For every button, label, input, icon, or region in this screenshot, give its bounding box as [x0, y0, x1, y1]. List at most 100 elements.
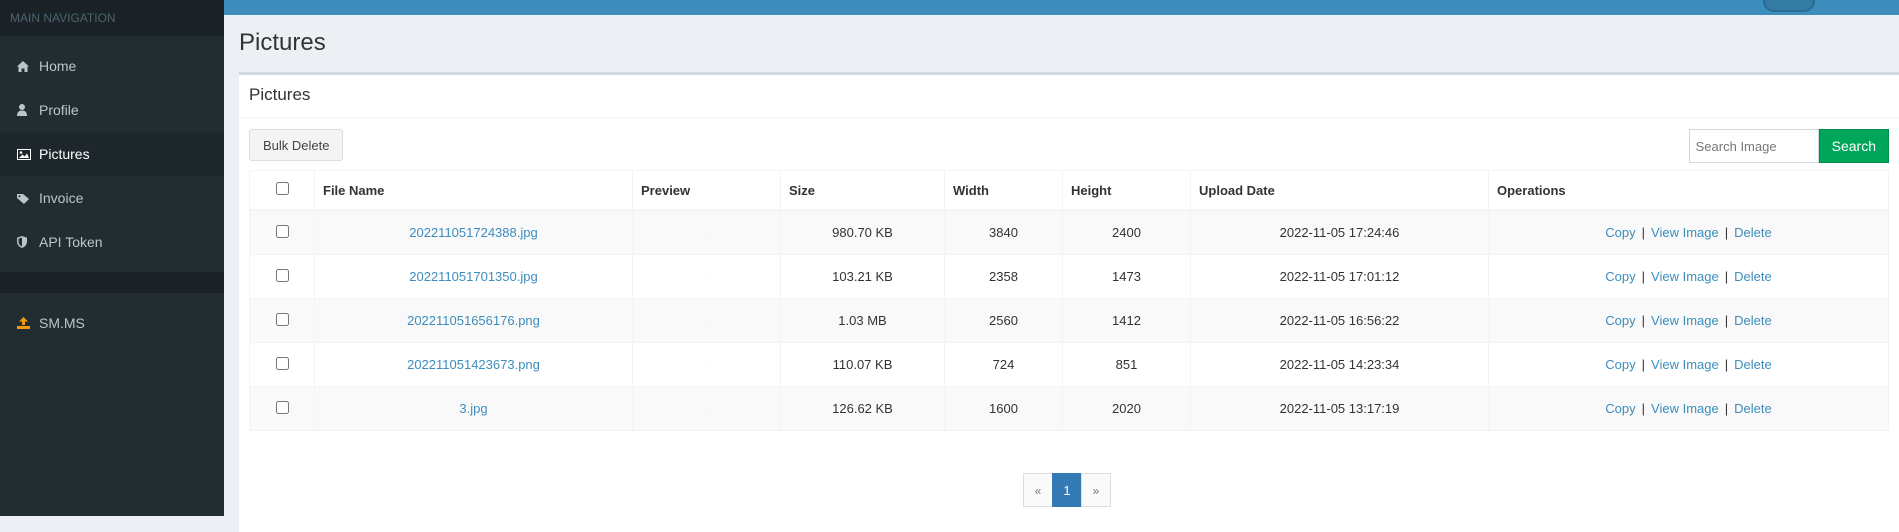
row-checkbox[interactable]: [275, 400, 289, 414]
preview-thumbnail[interactable]: ·: [705, 406, 708, 415]
sidebar-item-label: Invoice: [39, 190, 84, 206]
preview-cell: ·: [632, 209, 781, 255]
file-name-link[interactable]: 3.jpg: [459, 401, 487, 416]
column-header: Width: [944, 170, 1063, 211]
upload-date-cell: 2022-11-05 17:01:12: [1190, 254, 1489, 299]
sidebar-item-home[interactable]: Home: [0, 44, 224, 88]
column-header: Height: [1062, 170, 1191, 211]
file-name-cell: 202211051724388.jpg: [314, 209, 633, 255]
sidebar-item-label: Home: [39, 58, 77, 74]
view-image-link[interactable]: View Image: [1651, 269, 1719, 284]
delete-link[interactable]: Delete: [1734, 313, 1772, 328]
sidebar-item-label: API Token: [39, 234, 103, 250]
separator: |: [1641, 401, 1646, 416]
height-cell: 1473: [1062, 254, 1191, 299]
delete-link[interactable]: Delete: [1734, 269, 1772, 284]
width-cell: 724: [944, 342, 1063, 387]
row-select-cell: [249, 298, 315, 343]
copy-link[interactable]: Copy: [1605, 401, 1635, 416]
size-cell: 1.03 MB: [780, 298, 945, 343]
copy-link[interactable]: Copy: [1605, 313, 1635, 328]
pagination-page-1[interactable]: 1: [1052, 473, 1082, 507]
upload-date-cell: 2022-11-05 16:56:22: [1190, 298, 1489, 343]
copy-link[interactable]: Copy: [1605, 357, 1635, 372]
sidebar-item-profile[interactable]: Profile: [0, 88, 224, 132]
toggle-switch[interactable]: [1763, 0, 1815, 12]
row-checkbox[interactable]: [275, 224, 289, 238]
sidebar: MAIN NAVIGATION Home Profile Pictures In…: [0, 0, 224, 516]
preview-thumbnail[interactable]: ·: [705, 274, 708, 283]
file-name-link[interactable]: 202211051423673.png: [407, 357, 540, 372]
separator: |: [1641, 313, 1646, 328]
upload-date-cell: 2022-11-05 14:23:34: [1190, 342, 1489, 387]
sidebar-divider: [0, 272, 224, 293]
column-header: Operations: [1488, 170, 1889, 211]
size-cell: 110.07 KB: [780, 342, 945, 387]
sidebar-item-pictures[interactable]: Pictures: [0, 132, 224, 176]
column-header: File Name: [314, 170, 633, 211]
row-select-cell: [249, 209, 315, 255]
separator: |: [1724, 313, 1729, 328]
row-select-cell: [249, 254, 315, 299]
sidebar-item-api-token[interactable]: API Token: [0, 220, 224, 264]
file-name-cell: 3.jpg: [314, 386, 633, 431]
delete-link[interactable]: Delete: [1734, 357, 1772, 372]
preview-cell: ·: [632, 298, 781, 343]
file-name-link[interactable]: 202211051724388.jpg: [409, 225, 537, 240]
row-checkbox[interactable]: [275, 268, 289, 282]
view-image-link[interactable]: View Image: [1651, 401, 1719, 416]
copy-link[interactable]: Copy: [1605, 225, 1635, 240]
upload-icon: [17, 317, 39, 329]
preview-thumbnail[interactable]: ·: [705, 230, 708, 239]
height-cell: 2020: [1062, 386, 1191, 431]
user-icon: [17, 104, 39, 116]
sidebar-item-smms[interactable]: SM.MS: [0, 301, 224, 345]
search-input[interactable]: [1688, 129, 1819, 163]
sidebar-item-invoice[interactable]: Invoice: [0, 176, 224, 220]
copy-link[interactable]: Copy: [1605, 269, 1635, 284]
file-name-link[interactable]: 202211051701350.jpg: [409, 269, 537, 284]
bulk-delete-button[interactable]: Bulk Delete: [249, 129, 344, 161]
sidebar-header: MAIN NAVIGATION: [0, 0, 224, 36]
operations-cell: Copy | View Image | Delete: [1488, 254, 1889, 299]
upload-date-cell: 2022-11-05 13:17:19: [1190, 386, 1489, 431]
view-image-link[interactable]: View Image: [1651, 313, 1719, 328]
separator: |: [1724, 269, 1729, 284]
row-checkbox[interactable]: [275, 312, 289, 326]
file-name-cell: 202211051701350.jpg: [314, 254, 633, 299]
box-title: Pictures: [239, 75, 1899, 118]
select-all-checkbox[interactable]: [275, 182, 289, 195]
preview-cell: ·: [632, 386, 781, 431]
sidebar-item-label: Profile: [39, 102, 79, 118]
row-select-cell: [249, 342, 315, 387]
separator: |: [1641, 357, 1646, 372]
delete-link[interactable]: Delete: [1734, 401, 1772, 416]
column-header: Size: [780, 170, 945, 211]
separator: |: [1724, 401, 1729, 416]
view-image-link[interactable]: View Image: [1651, 225, 1719, 240]
column-header: Preview: [632, 170, 781, 211]
pagination-prev[interactable]: «: [1023, 473, 1053, 507]
preview-cell: ·: [632, 254, 781, 299]
table-row: 202211051701350.jpg · 103.21 KB 2358 147…: [249, 254, 1889, 299]
delete-link[interactable]: Delete: [1734, 225, 1772, 240]
width-cell: 2358: [944, 254, 1063, 299]
height-cell: 2400: [1062, 209, 1191, 255]
pictures-box: Pictures Bulk Delete Search File Name Pr…: [239, 72, 1899, 532]
table-row: 202211051423673.png · 110.07 KB 724 851 …: [249, 342, 1889, 387]
page-title: Pictures: [239, 29, 326, 56]
size-cell: 980.70 KB: [780, 209, 945, 255]
operations-cell: Copy | View Image | Delete: [1488, 342, 1889, 387]
pagination-next[interactable]: »: [1081, 473, 1111, 507]
view-image-link[interactable]: View Image: [1651, 357, 1719, 372]
pagination: « 1 »: [1023, 473, 1111, 507]
file-name-link[interactable]: 202211051656176.png: [407, 313, 540, 328]
row-checkbox[interactable]: [275, 356, 289, 370]
search-button[interactable]: Search: [1818, 129, 1889, 163]
sidebar-item-label: SM.MS: [39, 315, 85, 331]
top-navbar: [224, 0, 1899, 15]
preview-thumbnail[interactable]: ·: [705, 318, 708, 327]
preview-thumbnail[interactable]: ·: [705, 362, 708, 371]
separator: |: [1641, 225, 1646, 240]
size-cell: 126.62 KB: [780, 386, 945, 431]
